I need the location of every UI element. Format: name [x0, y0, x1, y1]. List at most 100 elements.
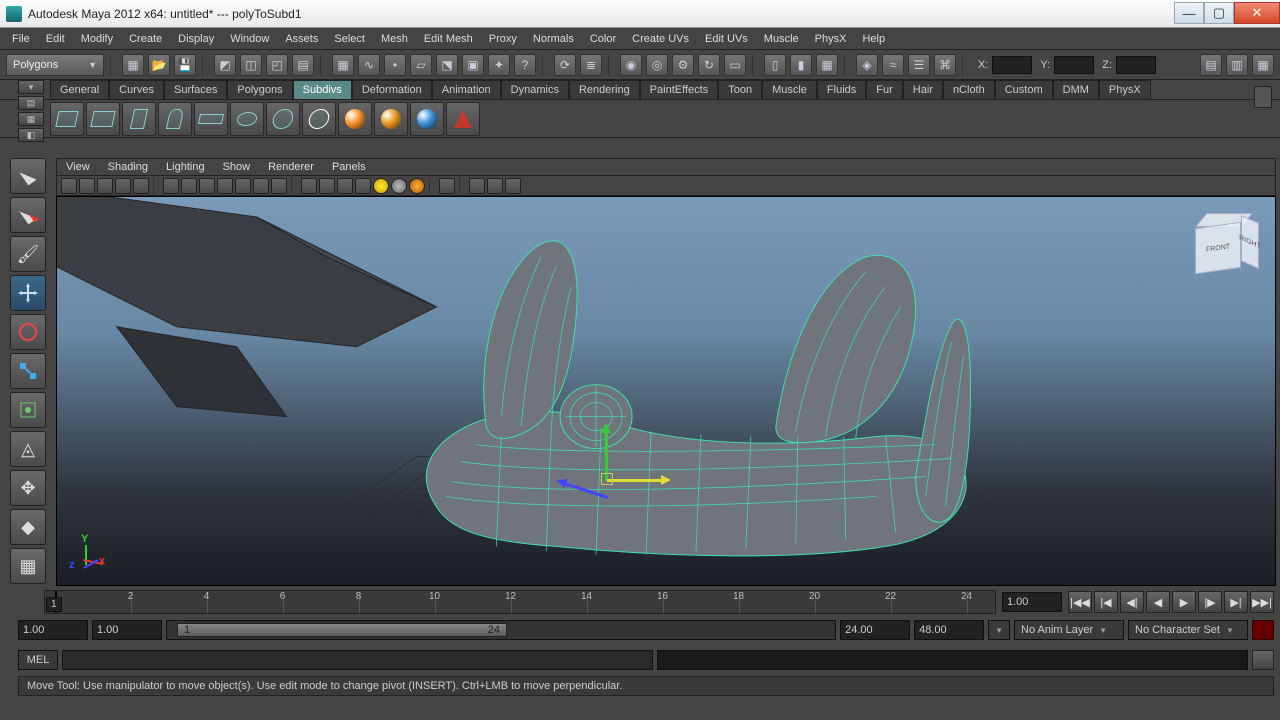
play-fwd-button[interactable]: ▶: [1172, 591, 1196, 613]
step-back-key-button[interactable]: |◀: [1094, 591, 1118, 613]
subd-cylinder-icon[interactable]: [122, 102, 156, 136]
x-input[interactable]: [992, 56, 1032, 74]
shelf-tab-deformation[interactable]: Deformation: [352, 80, 432, 99]
subd-convert-icon[interactable]: [302, 102, 336, 136]
render-region-icon[interactable]: ▭: [724, 54, 746, 76]
time-end-input[interactable]: [1002, 592, 1062, 612]
render-again-icon[interactable]: ↻: [698, 54, 720, 76]
shelf-edit-2-button[interactable]: ◧: [18, 128, 44, 142]
menu-normals[interactable]: Normals: [525, 30, 582, 48]
viewport-layout-tool[interactable]: ▦: [10, 548, 46, 584]
vp-xray-joint-icon[interactable]: [487, 178, 503, 194]
save-scene-icon[interactable]: 💾: [174, 54, 196, 76]
subd-cone-red-icon[interactable]: [446, 102, 480, 136]
attr-editor-icon[interactable]: ▤: [1200, 54, 1222, 76]
shelf-tab-custom[interactable]: Custom: [995, 80, 1053, 99]
range-menu[interactable]: ▼: [988, 620, 1010, 640]
shelf-tab-rendering[interactable]: Rendering: [569, 80, 640, 99]
step-fwd-key-button[interactable]: ▶|: [1224, 591, 1248, 613]
shelf-tab-dmm[interactable]: DMM: [1053, 80, 1099, 99]
subd-plane-icon[interactable]: [194, 102, 228, 136]
rotate-tool[interactable]: [10, 314, 46, 350]
subd-cone-icon[interactable]: [158, 102, 192, 136]
shelf-tab-dynamics[interactable]: Dynamics: [501, 80, 569, 99]
menu-createuvs[interactable]: Create UVs: [624, 30, 697, 48]
panel-menu-lighting[interactable]: Lighting: [157, 159, 214, 175]
help-icon[interactable]: ?: [514, 54, 536, 76]
subd-display-icon[interactable]: [410, 102, 444, 136]
play-back-button[interactable]: ◀: [1146, 591, 1170, 613]
select-comp-icon[interactable]: ◫: [240, 54, 262, 76]
select-hier-icon[interactable]: ◰: [266, 54, 288, 76]
open-scene-icon[interactable]: 📂: [148, 54, 170, 76]
vp-lighting-default-icon[interactable]: [373, 178, 389, 194]
panel-menu-panels[interactable]: Panels: [323, 159, 375, 175]
menu-display[interactable]: Display: [170, 30, 222, 48]
range-inner-start-input[interactable]: [92, 620, 162, 640]
shelf-tab-curves[interactable]: Curves: [109, 80, 164, 99]
vp-2d-icon[interactable]: [115, 178, 131, 194]
go-start-button[interactable]: |◀◀: [1068, 591, 1092, 613]
last-tool[interactable]: ◆: [10, 509, 46, 545]
shelf-tab-polygons[interactable]: Polygons: [227, 80, 292, 99]
vp-bookmark-icon[interactable]: [79, 178, 95, 194]
vp-film-gate-icon[interactable]: [163, 178, 179, 194]
shelf-tab-animation[interactable]: Animation: [432, 80, 501, 99]
channel-box-icon[interactable]: ▦: [1252, 54, 1274, 76]
snap-int-icon[interactable]: ✦: [488, 54, 510, 76]
vp-safe-title-icon[interactable]: [217, 178, 233, 194]
shelf-tab-fluids[interactable]: Fluids: [817, 80, 866, 99]
scale-tool[interactable]: [10, 353, 46, 389]
render-icon[interactable]: ◉: [620, 54, 642, 76]
ipr-icon[interactable]: ◎: [646, 54, 668, 76]
range-bar[interactable]: 1 24: [177, 623, 507, 637]
range-start-input[interactable]: [18, 620, 88, 640]
menu-create[interactable]: Create: [121, 30, 170, 48]
subd-cube-icon[interactable]: [50, 102, 84, 136]
command-input[interactable]: [62, 650, 653, 670]
menu-help[interactable]: Help: [854, 30, 893, 48]
vp-lighting-all-icon[interactable]: [391, 178, 407, 194]
menu-select[interactable]: Select: [326, 30, 373, 48]
menu-color[interactable]: Color: [582, 30, 624, 48]
vp-hq-icon[interactable]: [355, 178, 371, 194]
menu-physx[interactable]: PhysX: [807, 30, 855, 48]
menu-muscle[interactable]: Muscle: [756, 30, 807, 48]
graph-icon[interactable]: ≈: [882, 54, 904, 76]
vp-safe-action-icon[interactable]: [199, 178, 215, 194]
subd-box-icon[interactable]: [86, 102, 120, 136]
vp-wireframe-icon[interactable]: [235, 178, 251, 194]
snap-point-icon[interactable]: •: [384, 54, 406, 76]
universal-manip-tool[interactable]: [10, 392, 46, 428]
menu-editmesh[interactable]: Edit Mesh: [416, 30, 481, 48]
soft-mod-tool[interactable]: ◬: [10, 431, 46, 467]
mode-selector[interactable]: Polygons ▼: [6, 54, 104, 76]
shelf-layout-button[interactable]: ▤: [18, 96, 44, 110]
close-button[interactable]: ✕: [1234, 2, 1280, 24]
script-editor-button[interactable]: [1252, 650, 1274, 670]
go-end-button[interactable]: ▶▶|: [1250, 591, 1274, 613]
shelf-edit-button[interactable]: ▦: [18, 112, 44, 126]
layout-2-icon[interactable]: ▮: [790, 54, 812, 76]
step-back-button[interactable]: ◀|: [1120, 591, 1144, 613]
snap-live-icon[interactable]: ⬔: [436, 54, 458, 76]
shelf-tab-toon[interactable]: Toon: [718, 80, 762, 99]
vp-expose-icon[interactable]: [505, 178, 521, 194]
vp-shaded-icon[interactable]: [253, 178, 269, 194]
vp-light-icon[interactable]: [319, 178, 335, 194]
snap-view-icon[interactable]: ▣: [462, 54, 484, 76]
nurbs-sphere-icon[interactable]: [338, 102, 372, 136]
menu-edituvs[interactable]: Edit UVs: [697, 30, 756, 48]
vp-select-cam-icon[interactable]: [61, 178, 77, 194]
snap-curve-icon[interactable]: ∿: [358, 54, 380, 76]
vp-lighting-sel-icon[interactable]: [409, 178, 425, 194]
shelf-tab-physx[interactable]: PhysX: [1099, 80, 1151, 99]
menu-mesh[interactable]: Mesh: [373, 30, 416, 48]
shelf-trash-icon[interactable]: [1254, 86, 1272, 108]
snap-plane-icon[interactable]: ▱: [410, 54, 432, 76]
menu-window[interactable]: Window: [222, 30, 277, 48]
paint-tool[interactable]: 🖌: [10, 236, 46, 272]
shelf-tab-subdivs[interactable]: Subdivs: [293, 80, 352, 99]
outliner-icon[interactable]: ☰: [908, 54, 930, 76]
panel-menu-show[interactable]: Show: [214, 159, 260, 175]
